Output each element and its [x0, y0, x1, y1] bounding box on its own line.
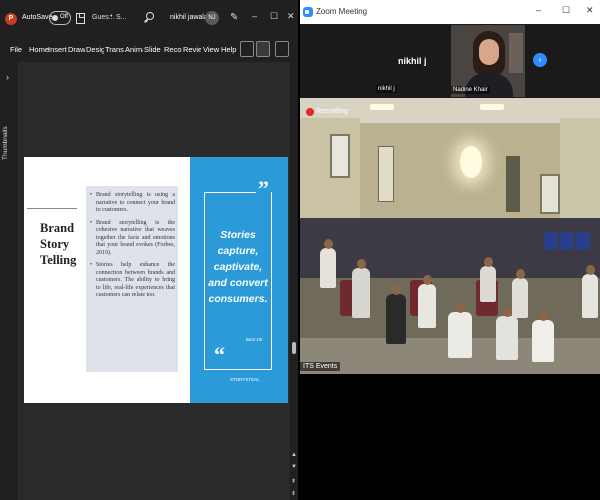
video-person [418, 275, 436, 328]
tab-draw[interactable]: Draw [68, 45, 85, 54]
quote-mark-icon: “ [212, 342, 227, 367]
video-person-face [479, 39, 499, 65]
participant-name-tag: Nadine Khair [451, 86, 490, 94]
video-person [496, 307, 518, 360]
previous-slide-icon[interactable]: ⇞ [291, 478, 296, 485]
tab-review[interactable]: Review [183, 45, 201, 54]
minimize-button[interactable]: – [536, 5, 541, 15]
tab-transitions[interactable]: Transitions [105, 45, 124, 54]
bullet-text: Brand storytelling is using a narrative … [96, 192, 175, 213]
tab-design[interactable]: Design [86, 45, 104, 54]
window-title: Zoom Meeting [316, 7, 368, 16]
tab-insert[interactable]: Insert [48, 45, 67, 54]
quote-text: Stories capture, captivate, and convert … [208, 229, 268, 305]
thumbnails-label[interactable]: Thumbnails [2, 100, 16, 160]
tab-help[interactable]: Help [221, 45, 236, 54]
next-page-button[interactable]: › [533, 53, 547, 67]
participant-name-tag: ITS Events [300, 362, 341, 371]
video-scene-seat [560, 232, 574, 250]
video-scene-window [540, 174, 560, 214]
close-button[interactable]: ✕ [287, 11, 295, 22]
comments-icon[interactable] [256, 41, 270, 57]
avatar[interactable]: NJ [205, 11, 219, 25]
scroll-down-icon[interactable]: ▼ [291, 464, 297, 470]
video-person [582, 265, 598, 318]
tab-animations[interactable]: Animations [125, 45, 143, 54]
main-video [300, 98, 600, 374]
vertical-scrollbar[interactable]: ▲ ▼ ⇞ ⇟ [290, 62, 298, 500]
slide[interactable]: Brand Story Telling • Brand storytelling … [24, 157, 288, 403]
quote-panel: ” “ Stories capture, captivate, and conv… [190, 157, 288, 403]
ppt-title-bar: P AutoSave Off Gues... • S... nikhil jaw… [0, 0, 298, 38]
tab-slide-show[interactable]: Slide Show [144, 45, 163, 54]
video-scene-board [378, 146, 394, 202]
video-person [448, 303, 472, 358]
maximize-button[interactable]: ☐ [562, 5, 570, 16]
quote-mark-icon: ” [256, 176, 271, 201]
scroll-thumb[interactable] [292, 342, 296, 354]
toggle-knob [52, 15, 58, 21]
record-icon[interactable] [240, 41, 254, 57]
video-scene-window [330, 134, 350, 178]
document-location[interactable]: S... [116, 14, 127, 21]
tab-record[interactable]: Record [164, 45, 182, 54]
minimize-button[interactable]: – [252, 11, 257, 21]
tab-view[interactable]: View [203, 45, 219, 54]
video-person [480, 257, 496, 302]
user-name[interactable]: nikhil jawala [170, 14, 208, 21]
autosave-state: Off [60, 14, 68, 20]
video-scene-seat [576, 232, 590, 250]
zoom-logo-icon [303, 7, 313, 17]
list-item: • Stories help enhance the connection bet… [90, 262, 175, 298]
close-button[interactable]: ✕ [586, 5, 594, 16]
video-person [352, 259, 370, 318]
chevron-down-icon[interactable]: • [110, 13, 112, 20]
bullet-text: Brand storytelling is the cohesive narra… [96, 219, 175, 256]
list-item: • Brand storytelling is the cohesive narr… [90, 219, 175, 256]
save-icon[interactable] [76, 13, 85, 24]
participant-name-tag: nikhil j [376, 85, 397, 93]
list-item: • Brand storytelling is using a narrative… [90, 192, 175, 213]
video-person [532, 311, 554, 362]
scroll-up-icon[interactable]: ▲ [291, 452, 297, 458]
participant-strip [300, 24, 600, 98]
video-scene-light [370, 104, 394, 110]
share-icon[interactable] [275, 41, 289, 57]
expand-thumbnails-icon[interactable]: › [6, 72, 9, 82]
powerpoint-logo-icon: P [5, 13, 17, 25]
maximize-button[interactable]: ☐ [270, 11, 278, 22]
video-scene-door [506, 156, 520, 212]
video-scene-seat [544, 232, 558, 250]
bullet-text: Stories help enhance the connection betw… [96, 262, 175, 298]
tab-home[interactable]: Home [29, 45, 49, 54]
video-scene-lamp [460, 146, 482, 178]
recording-icon [306, 108, 314, 116]
title-divider [27, 208, 77, 209]
next-slide-icon[interactable]: ⇟ [291, 490, 296, 497]
search-icon[interactable] [146, 12, 154, 20]
recording-label: Recording [316, 108, 348, 115]
zoom-title-bar: Zoom Meeting – ☐ ✕ [300, 0, 600, 24]
autosave-toggle[interactable]: Off [49, 11, 71, 25]
quote-source: Best 10! [246, 337, 263, 342]
zoom-window: Zoom Meeting – ☐ ✕ nikhil j nikhil j Nad… [300, 0, 600, 500]
pen-icon[interactable]: ✎ [230, 12, 238, 23]
autosave-label: AutoSave [22, 14, 53, 21]
video-person [386, 285, 406, 344]
video-person [512, 269, 528, 318]
video-scene-light [480, 104, 504, 110]
quote-credit: STORYSTEAL [230, 377, 260, 382]
participant-name: nikhil j [398, 56, 427, 66]
powerpoint-window: P AutoSave Off Gues... • S... nikhil jaw… [0, 0, 298, 500]
video-background [509, 33, 523, 73]
video-area-background [300, 374, 600, 500]
bullet-list: • Brand storytelling is using a narrative… [86, 186, 178, 372]
video-person [320, 239, 336, 288]
slide-title: Brand Story Telling [40, 221, 77, 267]
tab-file[interactable]: File [10, 45, 22, 54]
